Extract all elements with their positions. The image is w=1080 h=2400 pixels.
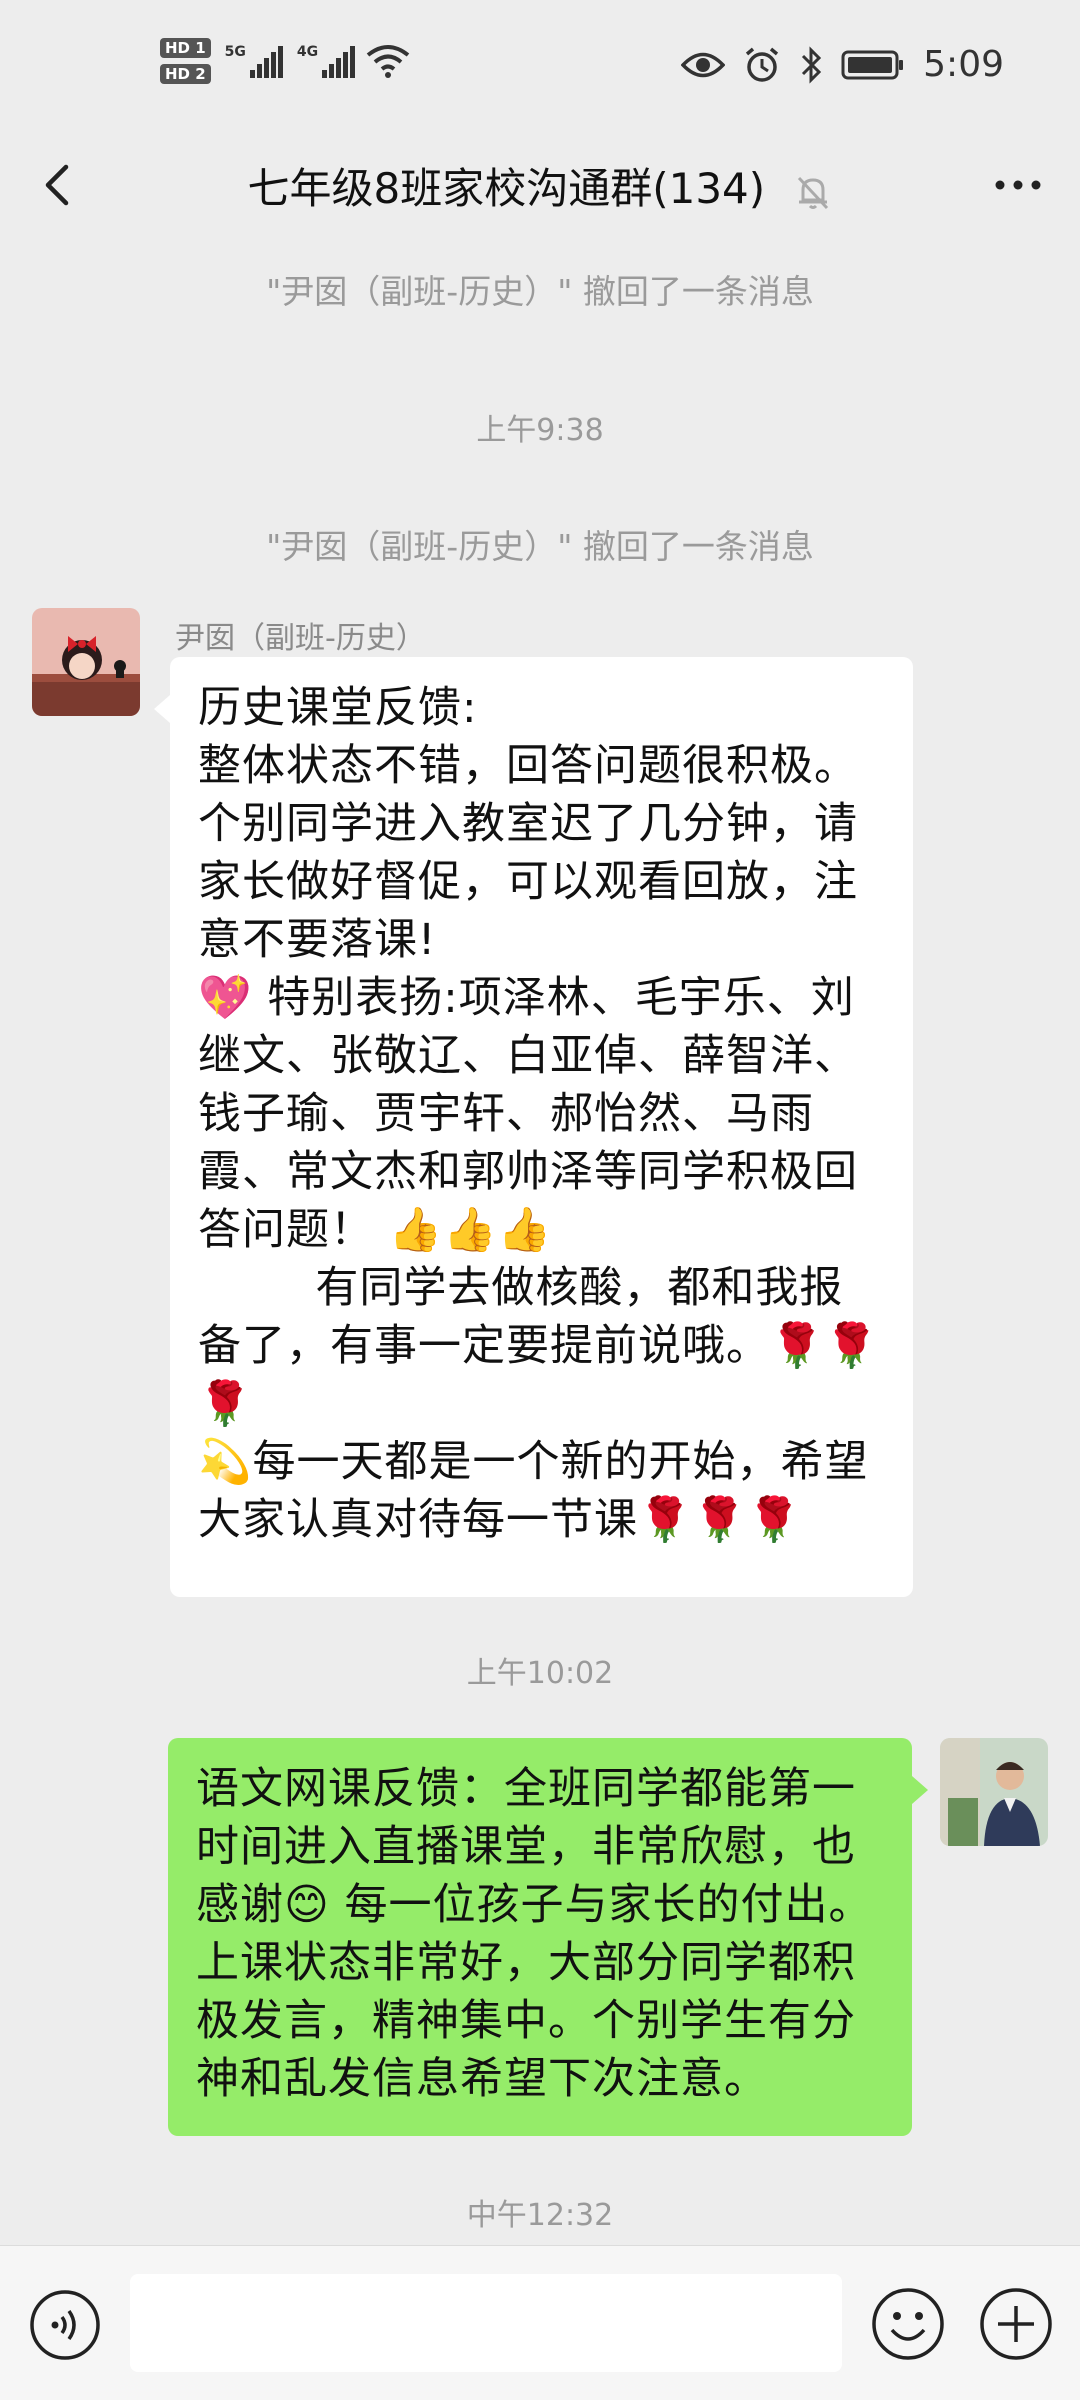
system-recall-notice: "尹囡（副班-历史）" 撤回了一条消息 [266, 272, 814, 311]
signal-5g-icon: 5G [225, 44, 283, 78]
message-bubble-outgoing[interactable]: 语文网课反馈：全班同学都能第一时间进入直播课堂，非常欣慰，也感谢😊 每一位孩子与… [168, 1738, 928, 2136]
chat-area[interactable]: "尹囡（副班-历史）" 撤回了一条消息 上午9:38 "尹囡（副班-历史）" 撤… [0, 235, 1080, 2245]
alarm-icon [746, 47, 779, 82]
avatar[interactable] [32, 608, 140, 716]
timestamp: 中午12:32 [466, 2198, 614, 2233]
sender-name: 尹囡（副班-历史） [175, 621, 426, 656]
timestamp: 上午10:02 [466, 1656, 614, 1691]
status-left: HD 1 HD 2 5G 4G [160, 38, 411, 84]
status-time: 5:09 [923, 44, 1004, 85]
emoji-icon[interactable] [870, 2286, 946, 2362]
avatar-image [32, 608, 140, 716]
avatar[interactable] [940, 1738, 1048, 1846]
status-right: 5:09 [681, 44, 1004, 85]
timestamp: 上午9:38 [476, 413, 604, 448]
chat-header: 七年级8班家校沟通群(134) [0, 135, 1080, 235]
chat-title: 七年级8班家校沟通群(134) [247, 164, 766, 213]
hd1-badge: HD 1 [160, 38, 211, 58]
bluetooth-icon [802, 45, 822, 84]
input-bar [0, 2245, 1080, 2400]
battery-icon [841, 50, 904, 79]
hd2-badge: HD 2 [160, 64, 211, 84]
voice-icon[interactable] [28, 2288, 102, 2362]
status-bar: HD 1 HD 2 5G 4G 5:09 [0, 0, 1080, 135]
eye-icon [681, 52, 726, 77]
system-recall-notice: "尹囡（副班-历史）" 撤回了一条消息 [266, 527, 814, 566]
bell-off-icon [797, 176, 828, 209]
wifi-icon [366, 45, 410, 78]
more-dots-icon[interactable] [988, 165, 1048, 205]
avatar-image [940, 1738, 1048, 1846]
message-input[interactable] [130, 2274, 842, 2372]
message-bubble-incoming[interactable]: 历史课堂反馈: 整体状态不错，回答问题很积极。个别同学进入教室迟了几分钟，请家长… [154, 657, 913, 1597]
chat-title-wrap: 七年级8班家校沟通群(134) [0, 155, 1080, 216]
signal-4g-icon: 4G [297, 44, 356, 78]
plus-circle-icon[interactable] [978, 2286, 1054, 2362]
